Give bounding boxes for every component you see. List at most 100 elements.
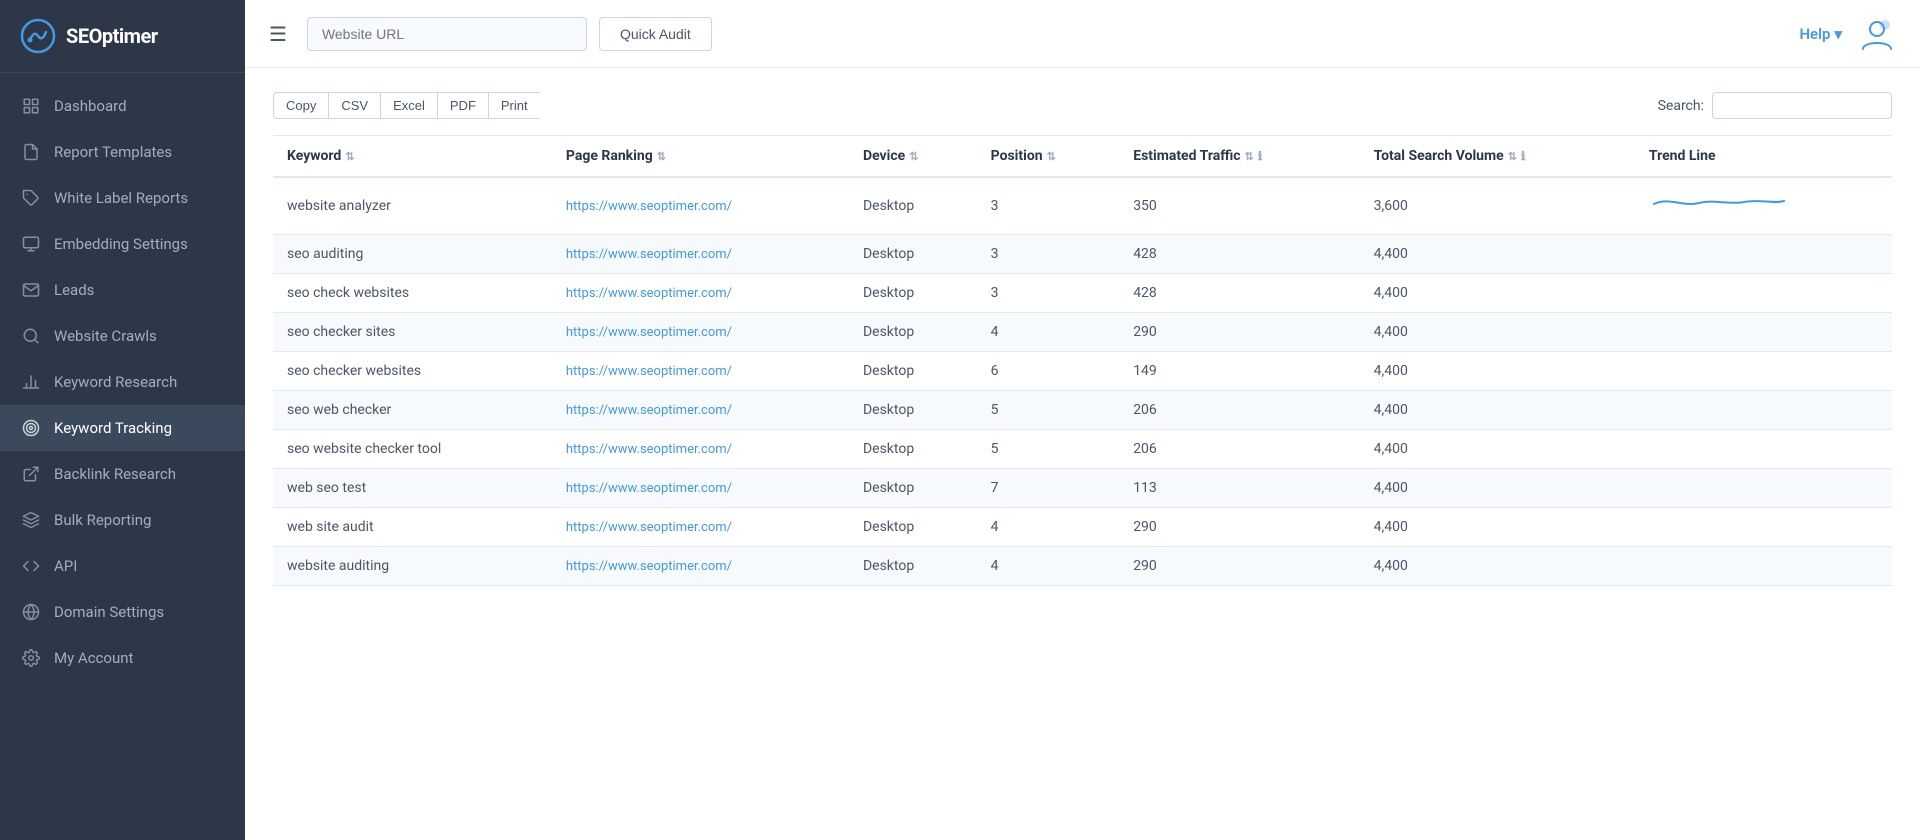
table-cell-estimated-traffic: 206: [1119, 391, 1359, 430]
table-cell-device: Desktop: [849, 274, 977, 313]
col-header-total-search-volume: Total Search Volume⇅ℹ: [1360, 136, 1635, 178]
table-cell-total-search-volume: 4,400: [1360, 547, 1635, 586]
table-cell-device: Desktop: [849, 235, 977, 274]
table-cell-device: Desktop: [849, 508, 977, 547]
table-cell-trend-line: [1635, 235, 1892, 274]
table-cell-device: Desktop: [849, 352, 977, 391]
sidebar-item-label-backlink-research: Backlink Research: [54, 465, 176, 483]
table-cell-total-search-volume: 4,400: [1360, 430, 1635, 469]
table-cell-total-search-volume: 4,400: [1360, 235, 1635, 274]
sort-icon-device[interactable]: ⇅: [909, 150, 918, 163]
monitor-icon: [22, 235, 40, 253]
sidebar-item-keyword-tracking[interactable]: Keyword Tracking: [0, 405, 245, 451]
export-pdf-button[interactable]: PDF: [437, 92, 488, 119]
search-input[interactable]: [1712, 92, 1892, 119]
settings-icon: [22, 649, 40, 667]
sidebar-item-label-api: API: [54, 557, 77, 575]
table-cell-trend-line: [1635, 177, 1892, 235]
sidebar-item-backlink-research[interactable]: Backlink Research: [0, 451, 245, 497]
table-cell-page-ranking: https://www.seoptimer.com/: [552, 391, 849, 430]
main-area: ☰ Quick Audit Help ▾ CopyCSVExcelPDFPrin…: [245, 0, 1920, 840]
table-cell-page-ranking: https://www.seoptimer.com/: [552, 313, 849, 352]
tag-icon: [22, 189, 40, 207]
topbar: ☰ Quick Audit Help ▾: [245, 0, 1920, 68]
sort-icon-keyword[interactable]: ⇅: [345, 150, 354, 163]
table-cell-position: 4: [977, 547, 1120, 586]
mail-icon: [22, 281, 40, 299]
sidebar-item-leads[interactable]: Leads: [0, 267, 245, 313]
sidebar-item-bulk-reporting[interactable]: Bulk Reporting: [0, 497, 245, 543]
table-cell-device: Desktop: [849, 469, 977, 508]
sidebar-item-api[interactable]: API: [0, 543, 245, 589]
table-cell-position: 5: [977, 430, 1120, 469]
table-row: web seo testhttps://www.seoptimer.com/De…: [273, 469, 1892, 508]
col-header-device: Device⇅: [849, 136, 977, 178]
sidebar-item-label-keyword-tracking: Keyword Tracking: [54, 419, 172, 437]
info-icon-total-search-volume[interactable]: ℹ: [1521, 149, 1526, 163]
external-link-icon: [22, 465, 40, 483]
sort-icon-position[interactable]: ⇅: [1047, 150, 1056, 163]
table-cell-total-search-volume: 4,400: [1360, 508, 1635, 547]
table-cell-keyword: seo checker websites: [273, 352, 552, 391]
info-icon-estimated-traffic[interactable]: ℹ: [1258, 149, 1263, 163]
user-avatar-icon[interactable]: [1858, 15, 1896, 53]
table-cell-page-ranking: https://www.seoptimer.com/: [552, 352, 849, 391]
table-cell-keyword: seo auditing: [273, 235, 552, 274]
table-header: Keyword⇅Page Ranking⇅Device⇅Position⇅Est…: [273, 136, 1892, 178]
sidebar-item-embedding-settings[interactable]: Embedding Settings: [0, 221, 245, 267]
help-button[interactable]: Help ▾: [1799, 25, 1842, 43]
export-excel-button[interactable]: Excel: [380, 92, 437, 119]
quick-audit-button[interactable]: Quick Audit: [599, 17, 712, 51]
table-cell-total-search-volume: 4,400: [1360, 352, 1635, 391]
search-icon: [22, 327, 40, 345]
sort-icon-estimated-traffic[interactable]: ⇅: [1245, 150, 1254, 163]
table-cell-device: Desktop: [849, 313, 977, 352]
sort-icon-total-search-volume[interactable]: ⇅: [1508, 150, 1517, 163]
sidebar-item-website-crawls[interactable]: Website Crawls: [0, 313, 245, 359]
url-input[interactable]: [307, 17, 587, 51]
globe-icon: [22, 603, 40, 621]
trend-line-svg: [1649, 189, 1789, 219]
logo-text: SEOptimer: [66, 24, 158, 48]
logo-icon: [20, 18, 56, 54]
table-cell-position: 4: [977, 508, 1120, 547]
table-cell-keyword: seo website checker tool: [273, 430, 552, 469]
table-cell-trend-line: [1635, 313, 1892, 352]
sidebar-nav: Dashboard Report Templates White Label Rep…: [0, 73, 245, 840]
sidebar-item-domain-settings[interactable]: Domain Settings: [0, 589, 245, 635]
sidebar-item-label-report-templates: Report Templates: [54, 143, 172, 161]
table-row: seo website checker toolhttps://www.seop…: [273, 430, 1892, 469]
sort-icon-page-ranking[interactable]: ⇅: [657, 150, 666, 163]
hamburger-menu-icon[interactable]: ☰: [269, 22, 287, 46]
sidebar-item-label-embedding-settings: Embedding Settings: [54, 235, 188, 253]
table-cell-trend-line: [1635, 469, 1892, 508]
table-cell-estimated-traffic: 428: [1119, 274, 1359, 313]
sidebar-item-label-white-label-reports: White Label Reports: [54, 189, 188, 207]
sidebar-item-white-label-reports[interactable]: White Label Reports: [0, 175, 245, 221]
table-cell-estimated-traffic: 290: [1119, 313, 1359, 352]
table-cell-estimated-traffic: 206: [1119, 430, 1359, 469]
table-controls: CopyCSVExcelPDFPrint Search:: [273, 92, 1892, 119]
table-cell-keyword: web site audit: [273, 508, 552, 547]
header-row: Keyword⇅Page Ranking⇅Device⇅Position⇅Est…: [273, 136, 1892, 178]
export-copy-button[interactable]: Copy: [273, 92, 328, 119]
sidebar-item-label-dashboard: Dashboard: [54, 97, 127, 115]
export-csv-button[interactable]: CSV: [328, 92, 380, 119]
table-row: web site audithttps://www.seoptimer.com/…: [273, 508, 1892, 547]
sidebar-item-dashboard[interactable]: Dashboard: [0, 83, 245, 129]
table-cell-position: 3: [977, 235, 1120, 274]
table-cell-page-ranking: https://www.seoptimer.com/: [552, 469, 849, 508]
sidebar-item-my-account[interactable]: My Account: [0, 635, 245, 681]
table-cell-page-ranking: https://www.seoptimer.com/: [552, 235, 849, 274]
sidebar-item-label-leads: Leads: [54, 281, 94, 299]
table-cell-keyword: website auditing: [273, 547, 552, 586]
table-cell-total-search-volume: 3,600: [1360, 177, 1635, 235]
sidebar-item-report-templates[interactable]: Report Templates: [0, 129, 245, 175]
table-cell-total-search-volume: 4,400: [1360, 313, 1635, 352]
table-cell-trend-line: [1635, 274, 1892, 313]
export-print-button[interactable]: Print: [488, 92, 540, 119]
target-icon: [22, 419, 40, 437]
col-header-position: Position⇅: [977, 136, 1120, 178]
sidebar-item-keyword-research[interactable]: Keyword Research: [0, 359, 245, 405]
table-row: seo web checkerhttps://www.seoptimer.com…: [273, 391, 1892, 430]
